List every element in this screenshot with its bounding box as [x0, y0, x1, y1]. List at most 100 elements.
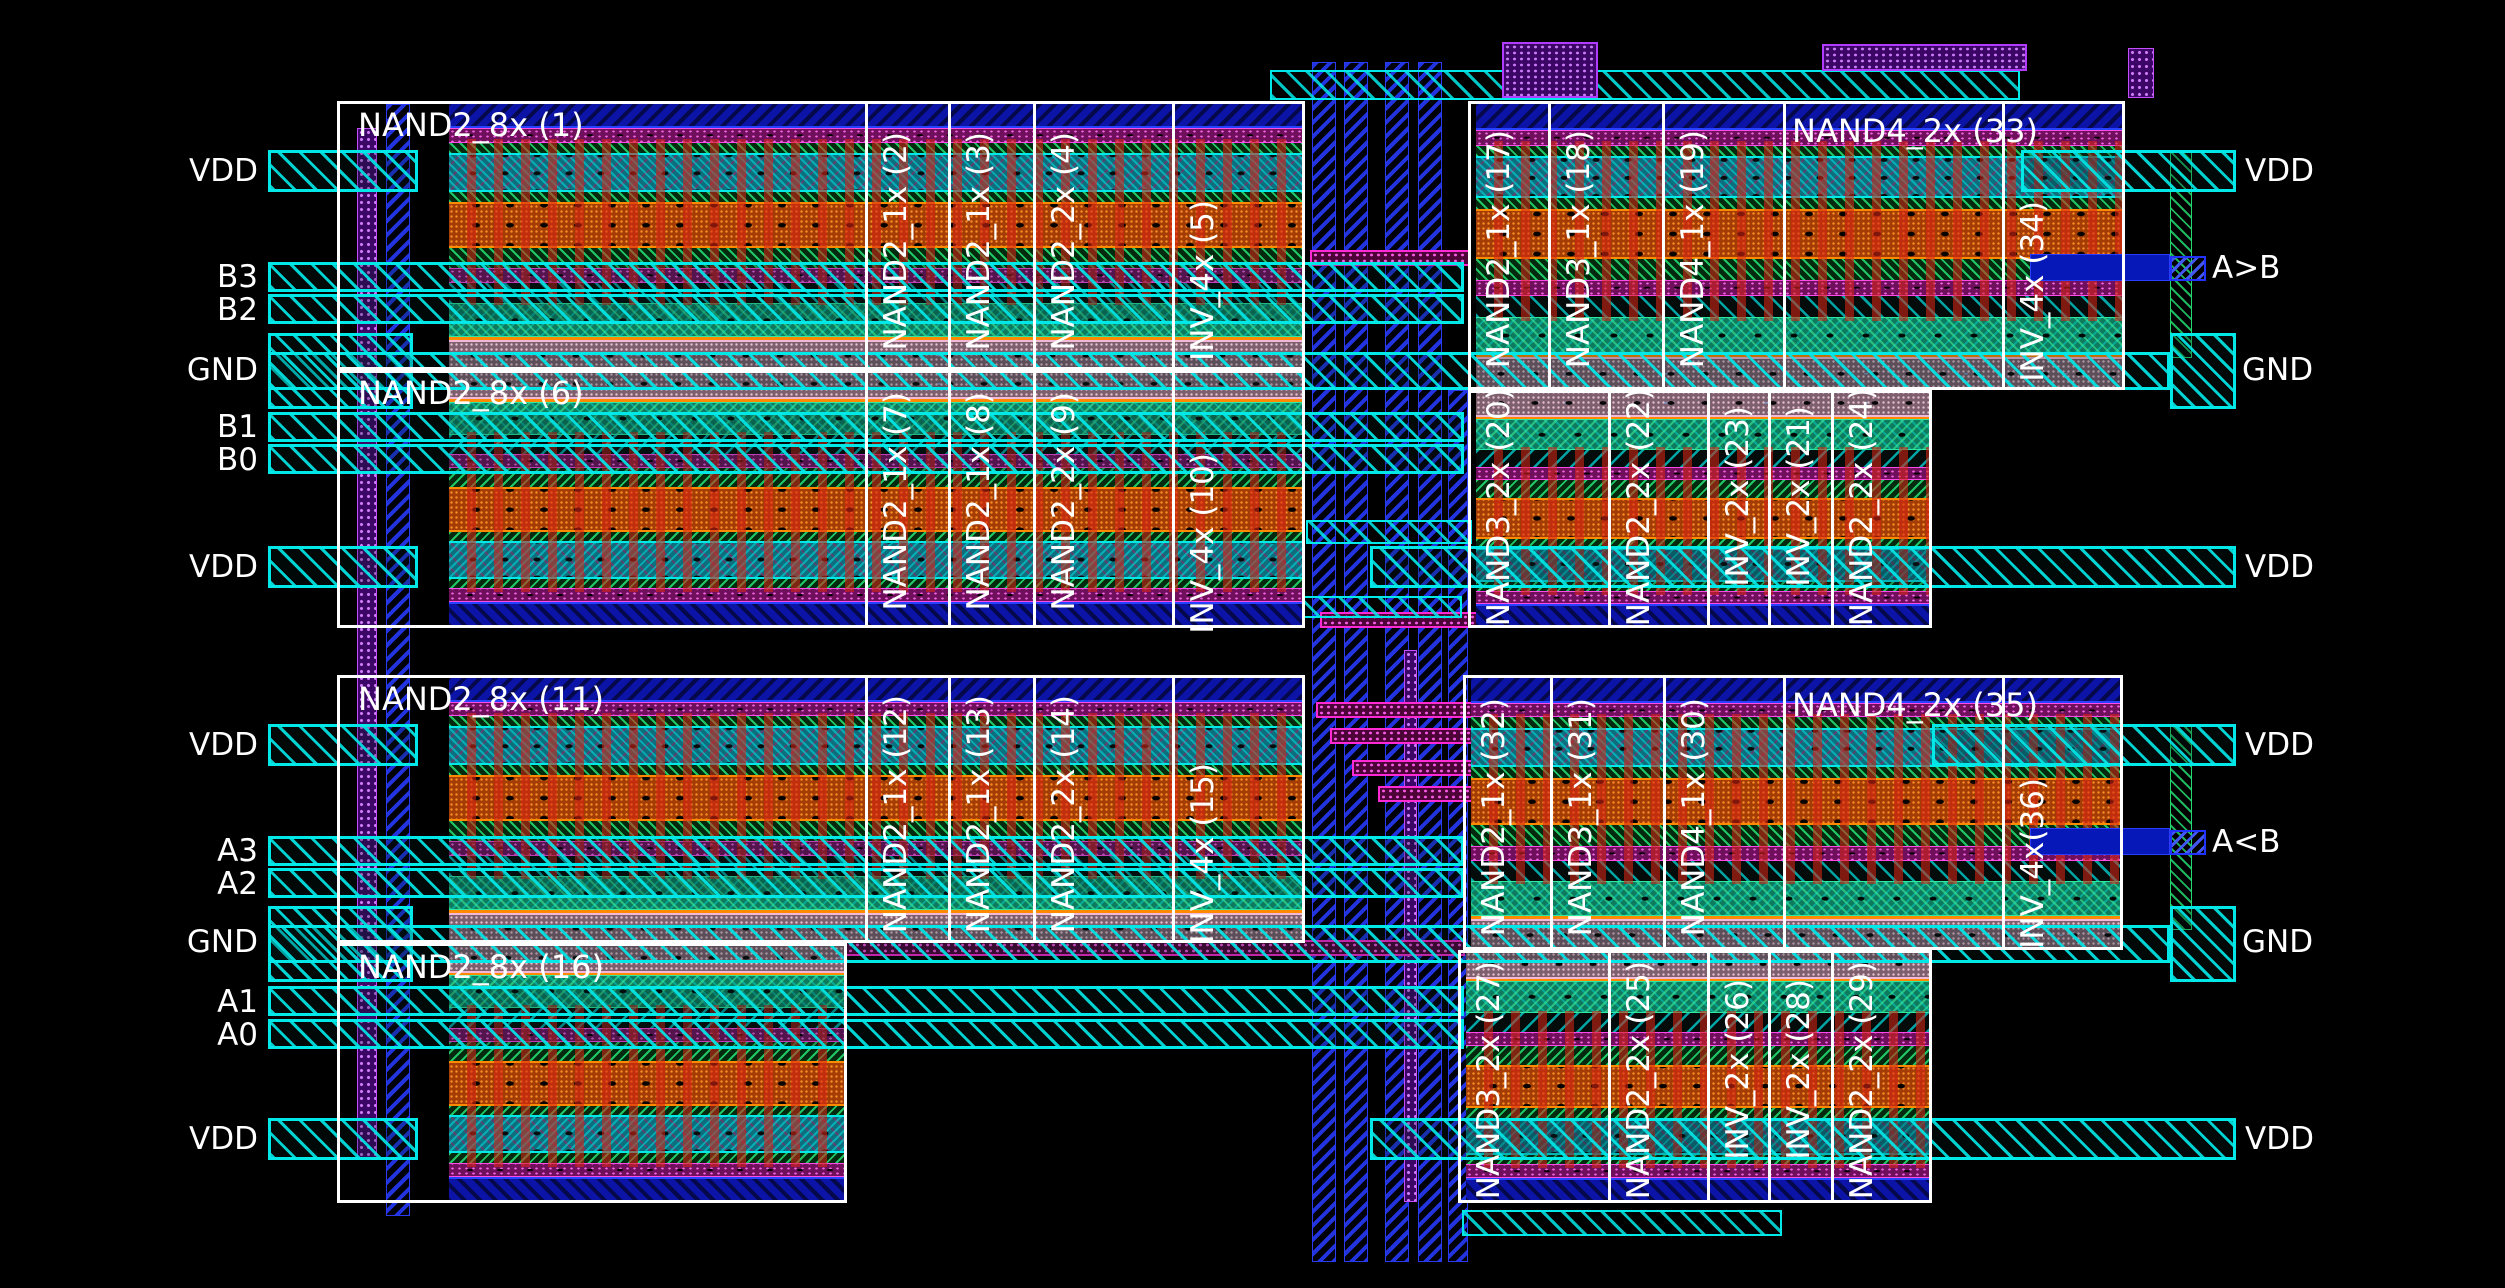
vdd-mid2-left-rail[interactable]: [268, 724, 418, 766]
cell-label-rotated: INV_4x (5): [1185, 200, 1221, 361]
top-col18-purple-wire[interactable]: [1502, 42, 1598, 98]
column-separator: [865, 675, 868, 943]
layer-band-teal: [449, 541, 1305, 578]
column-separator: [1707, 390, 1710, 628]
column-separator: [1783, 675, 1786, 950]
top-cyan-hbar-wire[interactable]: [1270, 70, 2020, 100]
cell-label-rotated: INV_4x(36): [2015, 778, 2051, 949]
a0-rail[interactable]: [268, 1019, 1464, 1049]
channel-vbar-4-wire[interactable]: [1418, 62, 1442, 1262]
column-separator: [1172, 675, 1175, 943]
cell-label-rotated: INV_4x (34): [2015, 201, 2051, 382]
cell-label-rotated: INV_2x (23): [1720, 406, 1756, 587]
cell-label-rotated: NAND2_1x (3): [961, 132, 997, 351]
cell-label-rotated: INV_2x (28): [1781, 979, 1817, 1160]
cell-label-rotated: INV_4x (10): [1185, 453, 1221, 634]
layer-band-green: [449, 1106, 847, 1116]
layer-band-orange: [449, 202, 1305, 249]
vdd-mid1-left-rail[interactable]: [268, 546, 418, 588]
ch-cyan-1-wire[interactable]: [1306, 520, 1472, 544]
column-separator: [1662, 101, 1665, 390]
pin-label-gnd: GND: [28, 923, 258, 961]
cell-label-rotated: INV_4x (15): [1185, 763, 1221, 944]
layer-band-blue: [449, 602, 1305, 628]
top-purple-hbar-wire[interactable]: [1822, 44, 2027, 71]
column-separator: [1783, 101, 1786, 390]
pin-label-vdd: VDD: [28, 152, 258, 190]
cell-label-rotated: NAND2_1x (13): [961, 695, 997, 933]
column-separator: [1550, 675, 1553, 950]
cell-label-rotated: NAND2_2x (29): [1844, 961, 1880, 1199]
column-separator: [948, 370, 951, 628]
column-separator: [865, 370, 868, 628]
pin-label-vdd: VDD: [2245, 726, 2314, 764]
layout-viewport[interactable]: NAND2_8x (1) NAND2_1x (2) NAND2_1x (3) NAND…: [0, 0, 2505, 1288]
cell-label-rotated: NAND3_1x (31): [1563, 698, 1599, 936]
layer-band-orange: [449, 1061, 847, 1106]
pin-label-vdd: VDD: [28, 726, 258, 764]
pin-label-gnd: GND: [2242, 351, 2313, 389]
bottom-cyan-hbar-wire[interactable]: [1462, 1210, 1782, 1236]
pin-label-vdd: VDD: [2245, 548, 2314, 586]
layer-band-orange: [449, 487, 1305, 532]
cell-label-rotated: NAND2_1x (12): [878, 695, 914, 933]
column-separator: [1831, 390, 1834, 628]
cell-label-tl-2: NAND2_8x (6): [358, 374, 584, 412]
cell-label-bl-1: NAND2_8x (11): [358, 680, 604, 718]
cell-label-rotated: NAND2_1x (2): [878, 132, 914, 351]
layer-band-green: [449, 143, 1305, 153]
vdd-top-right-rail[interactable]: [2021, 150, 2236, 192]
vdd-top-left-rail[interactable]: [268, 150, 418, 192]
cell-label-rotated: NAND2_2x (4): [1046, 132, 1082, 351]
cell-label-rotated: NAND2_2x (14): [1046, 695, 1082, 933]
column-separator: [865, 101, 868, 370]
channel-vbar-1-wire[interactable]: [1312, 62, 1336, 1262]
layer-band-teal: [449, 1115, 847, 1153]
pin-label-b0: B0: [28, 441, 258, 479]
pin-label-vdd: VDD: [2245, 152, 2314, 190]
cell-label-rotated: NAND2_1x (32): [1476, 698, 1512, 936]
column-separator: [1033, 370, 1036, 628]
agtb-bar-rail[interactable]: [2030, 254, 2170, 281]
pin-label-vdd: VDD: [28, 548, 258, 586]
layer-band-green: [449, 532, 1305, 542]
layer-band-orange: [449, 775, 1305, 821]
pin-label-a2: A2: [28, 865, 258, 903]
altb-stub-rail[interactable]: [2170, 830, 2206, 855]
column-separator: [1768, 390, 1771, 628]
layer-band-blue: [449, 1177, 847, 1203]
layer-band-green: [449, 765, 1305, 775]
cell-label-rotated: NAND3_1x (18): [1561, 130, 1597, 368]
pin-label-gnd: GND: [28, 351, 258, 389]
pin-label-b2: B2: [28, 291, 258, 329]
pin-label-agtb: A>B: [2212, 249, 2280, 287]
vdd-bot-left-rail[interactable]: [268, 1118, 418, 1160]
altb-bar-rail[interactable]: [2030, 828, 2170, 855]
cell-label-rotated: NAND3_2x (20): [1481, 388, 1517, 626]
layer-band-pink: [449, 1163, 847, 1177]
a1-rail[interactable]: [268, 986, 1464, 1016]
top-right-purple-stub-wire[interactable]: [2128, 48, 2154, 98]
cell-label-rotated: INV_2x (21): [1781, 406, 1817, 587]
column-separator: [1663, 675, 1666, 950]
pin-label-vdd: VDD: [28, 1120, 258, 1158]
column-separator: [948, 101, 951, 370]
agtb-stub-rail[interactable]: [2170, 256, 2206, 281]
vdd-mid2-right-rail[interactable]: [1932, 724, 2236, 766]
channel-vbar-2-wire[interactable]: [1344, 62, 1368, 1262]
cell-label-tl-1: NAND2_8x (1): [358, 106, 584, 144]
cell-label-rotated: NAND2_2x (25): [1621, 961, 1657, 1199]
pin-label-vdd: VDD: [2245, 1120, 2314, 1158]
layer-band-green: [449, 192, 1305, 202]
cell-label-rotated: NAND3_2x (27): [1471, 961, 1507, 1199]
gnd2-pad-right-rail[interactable]: [2170, 906, 2236, 982]
layer-band-pink: [449, 588, 1305, 602]
gnd-pad-right-rail[interactable]: [2170, 333, 2236, 409]
cell-label-rotated: NAND2_1x (17): [1481, 130, 1517, 368]
cell-label-rotated: NAND4_1x (19): [1675, 130, 1711, 368]
cell-label-rotated: NAND2_2x (24): [1844, 388, 1880, 626]
cell-label-br-1: NAND4_2x (35): [1792, 686, 2038, 724]
cell-label-rotated: NAND4_1x (30): [1676, 698, 1712, 936]
pin-label-gnd: GND: [2242, 923, 2313, 961]
column-separator: [1033, 101, 1036, 370]
